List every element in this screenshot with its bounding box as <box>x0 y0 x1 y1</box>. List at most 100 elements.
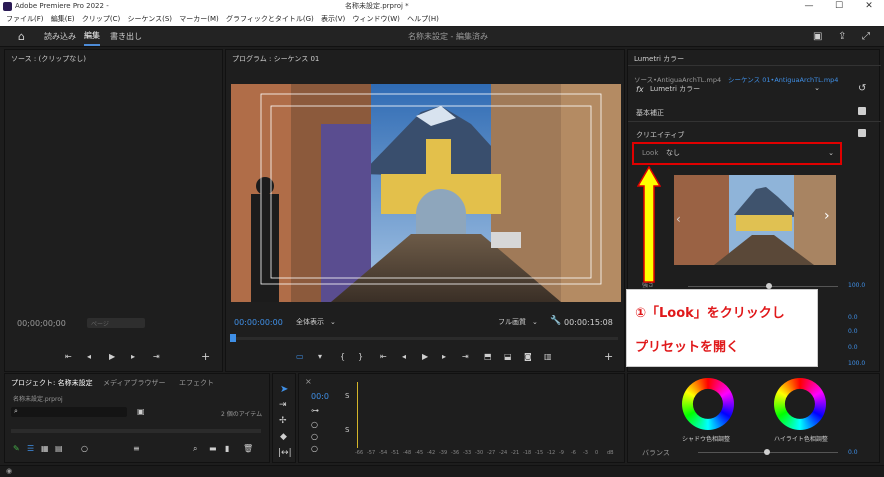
maximize-button[interactable]: ☐ <box>824 0 854 13</box>
menu-view[interactable]: 表示(V) <box>321 15 345 23</box>
safe-margins-icon[interactable]: ▭ <box>296 352 304 361</box>
close-button[interactable]: ✕ <box>854 0 884 13</box>
menu-window[interactable]: ウィンドウ(W) <box>352 15 399 23</box>
fullscreen-icon[interactable]: ⤢ <box>862 27 870 47</box>
icon-view-icon[interactable]: ▦ <box>41 444 49 453</box>
sequence-clip-link[interactable]: シーケンス 01•AntiguaArchTL.mp4 <box>728 74 838 84</box>
menu-clip[interactable]: クリップ(C) <box>82 15 120 23</box>
param-value-3[interactable]: 0.0 <box>848 344 858 351</box>
home-icon[interactable]: ⌂ <box>18 27 25 47</box>
previous-look-icon[interactable]: ‹ <box>676 212 681 226</box>
reset-icon[interactable]: ↺ <box>858 83 866 94</box>
basic-correction-checkbox[interactable] <box>858 107 866 115</box>
strength-slider[interactable] <box>688 286 838 287</box>
play-icon[interactable]: ▶ <box>109 352 115 361</box>
sort-icon[interactable]: ≡ <box>133 444 140 453</box>
new-bin-icon[interactable]: ▬ <box>209 444 217 453</box>
mark-in-icon[interactable]: { <box>340 352 345 361</box>
balance-slider-handle[interactable] <box>764 449 770 455</box>
program-panel-title[interactable]: プログラム : シーケンス 01 <box>232 54 319 64</box>
mark-out-icon[interactable]: } <box>358 352 363 361</box>
wrench-icon[interactable]: 🔧 <box>550 316 561 326</box>
quality-dropdown[interactable]: フル画質 ⌄ <box>498 317 546 328</box>
effect-selector[interactable]: Lumetri カラー ⌄ <box>650 84 820 95</box>
tab-export[interactable]: 書き出し <box>110 27 142 47</box>
next-look-icon[interactable]: › <box>824 208 830 224</box>
freeform-view-icon[interactable]: ▤ <box>55 444 63 453</box>
menu-edit[interactable]: 編集(E) <box>51 15 75 23</box>
export-frame-icon[interactable]: ◙ <box>524 352 532 361</box>
add-marker-icon[interactable]: ▾ <box>318 352 322 361</box>
section-creative[interactable]: クリエイティブ <box>636 130 684 140</box>
param-value-4[interactable]: 100.0 <box>848 360 865 367</box>
tab-media-browser[interactable]: メディアブラウザー <box>103 378 166 388</box>
tab-project[interactable]: プロジェクト: 名称未設定 <box>11 378 93 388</box>
step-forward-icon[interactable]: ▸ <box>442 352 446 361</box>
project-scrollbar[interactable] <box>11 429 261 433</box>
add-button-icon[interactable]: + <box>604 350 613 363</box>
shadow-color-wheel[interactable] <box>682 378 734 430</box>
find-icon[interactable]: ⌕ <box>193 444 197 454</box>
extract-icon[interactable]: ⬓ <box>504 352 512 361</box>
fit-dropdown[interactable]: 全体表示 ⌄ <box>296 317 344 328</box>
go-to-in-icon[interactable]: ⇤ <box>380 352 387 361</box>
list-view-icon[interactable]: ☰ <box>27 444 34 453</box>
new-item-icon[interactable]: ▮ <box>225 444 229 453</box>
add-button-icon[interactable]: + <box>201 350 210 363</box>
tab-edit[interactable]: 編集 <box>84 27 100 46</box>
source-timecode[interactable]: 00;00;00;00 <box>17 319 66 328</box>
step-forward-icon[interactable]: ▸ <box>131 352 135 361</box>
param-value-1[interactable]: 0.0 <box>848 314 858 321</box>
playhead[interactable] <box>230 334 236 342</box>
track-select-tool-icon[interactable]: ⇥ <box>279 400 287 410</box>
comparison-view-icon[interactable]: ▥ <box>544 352 552 361</box>
source-clip-link[interactable]: ソース•AntiguaArchTL.mp4 <box>634 74 721 84</box>
snap-icon[interactable]: ⊶ <box>311 406 319 415</box>
timeline-playhead-line[interactable] <box>357 382 358 448</box>
trash-icon[interactable]: 🗑 <box>243 444 253 453</box>
add-marker-icon[interactable]: ○ <box>311 432 318 441</box>
zoom-slider-icon[interactable]: ○ <box>81 444 88 453</box>
tab-import[interactable]: 読み込み <box>44 27 76 47</box>
menu-marker[interactable]: マーカー(M) <box>179 15 219 23</box>
pencil-icon[interactable]: ✎ <box>13 444 20 453</box>
ripple-edit-tool-icon[interactable]: ✢ <box>279 416 287 426</box>
highlight-color-wheel[interactable] <box>774 378 826 430</box>
lumetri-panel-title[interactable]: Lumetri カラー <box>634 54 684 64</box>
razor-tool-icon[interactable]: ◆ <box>280 432 287 442</box>
creative-checkbox[interactable] <box>858 129 866 137</box>
menu-sequence[interactable]: シーケンス(S) <box>127 15 172 23</box>
minimize-button[interactable]: — <box>794 0 824 13</box>
section-basic-correction[interactable]: 基本補正 <box>636 108 664 118</box>
linked-selection-icon[interactable]: ○ <box>311 420 318 429</box>
program-timeline-scrubber[interactable] <box>232 337 618 340</box>
timeline-close-icon[interactable]: × <box>305 377 312 386</box>
look-dropdown[interactable]: なし ⌄ <box>666 147 836 159</box>
source-panel-title[interactable]: ソース : (クリップなし) <box>11 54 86 64</box>
timeline-settings-icon[interactable]: ○ <box>311 444 318 453</box>
menu-file[interactable]: ファイル(F) <box>6 15 44 23</box>
source-page-field[interactable]: ページ <box>87 318 145 328</box>
share-icon[interactable]: ⇪ <box>838 27 846 47</box>
mark-in-icon[interactable]: ⇤ <box>65 352 72 361</box>
param-value-2[interactable]: 0.0 <box>848 328 858 335</box>
menu-graphics[interactable]: グラフィックとタイトル(G) <box>226 15 314 23</box>
tab-effects[interactable]: エフェクト <box>179 378 214 388</box>
program-video-frame[interactable] <box>231 84 621 302</box>
strength-value[interactable]: 100.0 <box>848 282 865 289</box>
play-icon[interactable]: ▶ <box>422 352 428 361</box>
quick-export-icon[interactable]: ▣ <box>813 27 822 47</box>
slip-tool-icon[interactable]: |↔| <box>278 448 292 458</box>
selection-tool-icon[interactable]: ➤ <box>280 384 288 395</box>
step-back-icon[interactable]: ◂ <box>402 352 406 361</box>
new-bin-icon[interactable]: ▣ <box>137 407 145 416</box>
project-search-input[interactable]: ⌕ <box>11 407 127 417</box>
program-timecode[interactable]: 00:00:00:00 <box>234 318 283 327</box>
step-back-icon[interactable]: ◂ <box>87 352 91 361</box>
mark-out-icon[interactable]: ⇥ <box>153 352 160 361</box>
balance-value[interactable]: 0.0 <box>848 449 858 456</box>
menu-help[interactable]: ヘルプ(H) <box>407 15 439 23</box>
go-to-out-icon[interactable]: ⇥ <box>462 352 469 361</box>
lift-icon[interactable]: ⬒ <box>484 352 492 361</box>
timeline-timecode[interactable]: 00:0 <box>311 392 329 401</box>
